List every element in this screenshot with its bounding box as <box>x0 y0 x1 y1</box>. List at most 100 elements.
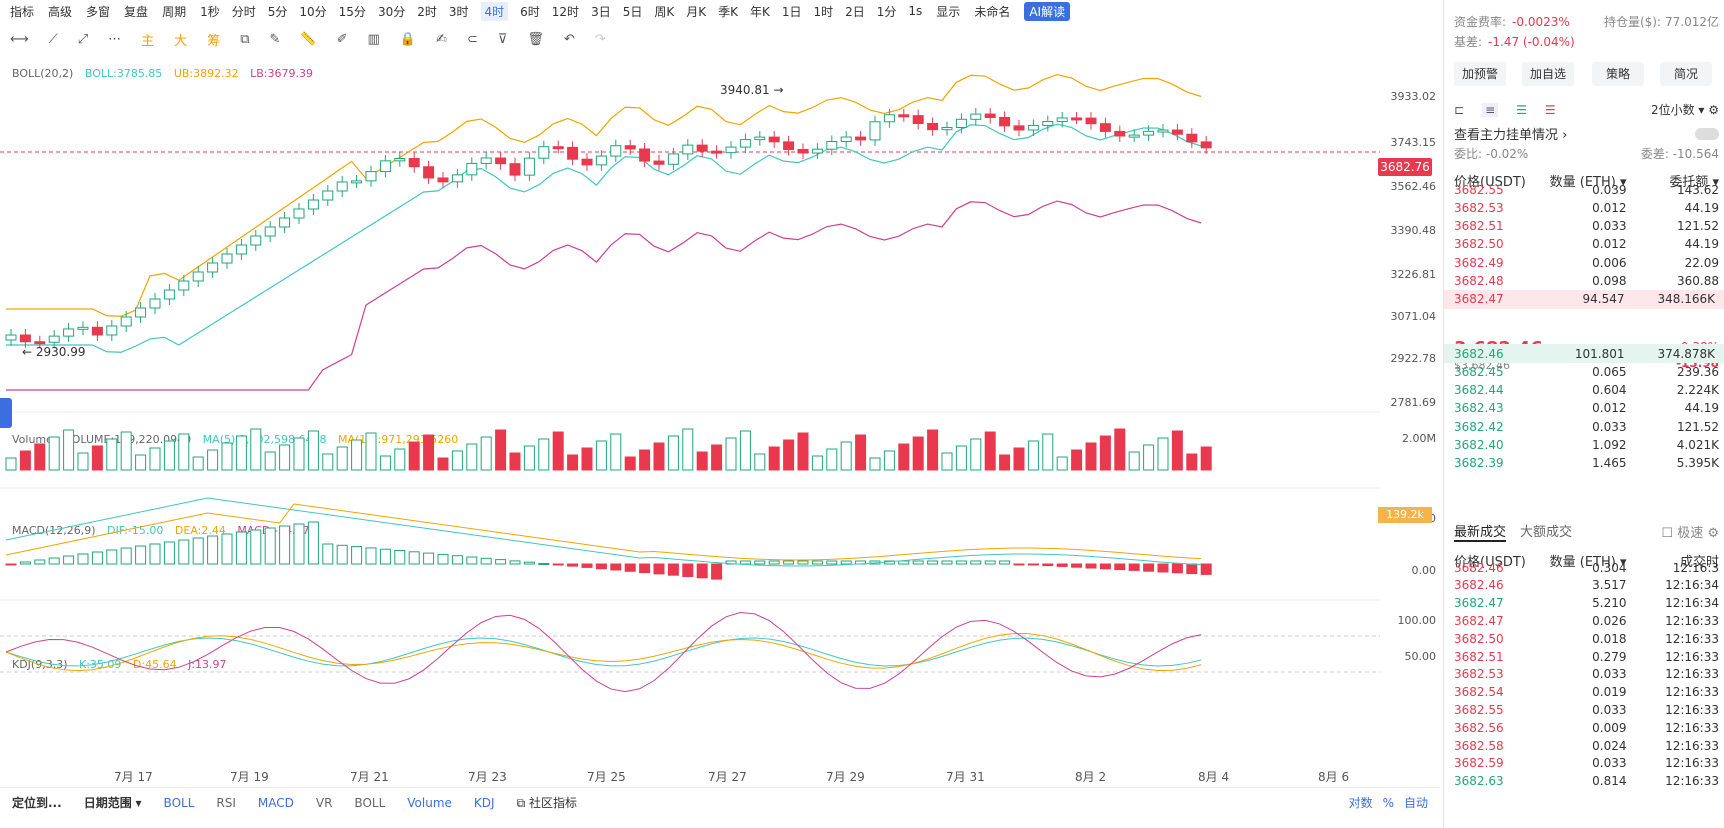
bids-row[interactable]: 3682.45 0.065 239.36 <box>1454 362 1719 381</box>
asks-row[interactable]: 3682.49 0.006 22.09 <box>1454 253 1719 272</box>
book-bids-icon[interactable]: ☰ <box>1516 103 1527 117</box>
undo-icon[interactable]: ↶ <box>564 32 575 47</box>
topbar-layout-button[interactable]: 高级 <box>48 3 72 20</box>
fast-checkbox[interactable]: ☐ <box>1661 526 1673 541</box>
big-order-button[interactable]: 大 <box>174 30 187 49</box>
macd-bar <box>754 560 766 565</box>
topbar-multi-window-button[interactable]: 多窗 <box>86 3 110 20</box>
tab-macd[interactable]: MACD <box>258 796 294 810</box>
trade-settings-icon[interactable]: ⚙ <box>1707 526 1719 541</box>
magnet-icon[interactable]: ⊂ <box>467 32 478 47</box>
candle <box>610 145 622 157</box>
settings-icon[interactable]: ⚙ <box>1708 103 1719 117</box>
copy-icon[interactable]: ⧉ <box>240 32 249 47</box>
timeframe-5[interactable]: 30分 <box>378 3 405 20</box>
price-axis-label: 2781.69 <box>1390 396 1437 409</box>
pen-icon[interactable]: ✐ <box>337 32 348 47</box>
log-scale-button[interactable]: 对数 <box>1349 794 1373 811</box>
more-icon[interactable]: ⋯ <box>108 32 121 47</box>
timeframe-14[interactable]: 月K <box>686 3 706 20</box>
bids-cell: 374.878K <box>1657 346 1716 361</box>
lock-icon[interactable]: 🔒 <box>400 32 416 47</box>
timeframe-10[interactable]: 12时 <box>552 3 579 20</box>
main-force-button[interactable]: 主 <box>141 30 154 49</box>
community-indicators-button[interactable]: ⧉ 社区指标 <box>517 794 577 811</box>
strategy-button[interactable]: 策略 <box>1592 62 1644 86</box>
horizontal-line-icon[interactable]: ⟷ <box>10 32 29 47</box>
book-asks-icon[interactable]: ☰ <box>1545 103 1556 117</box>
timeframe-16[interactable]: 年K <box>750 3 770 20</box>
timeframe-18[interactable]: 1时 <box>813 3 833 20</box>
timeframe-0[interactable]: 1秒 <box>200 3 220 20</box>
trash-icon[interactable]: 🗑 <box>527 32 544 47</box>
timeframe-12[interactable]: 5日 <box>623 3 643 20</box>
tab-kdj[interactable]: KDJ <box>474 796 495 810</box>
tab-volume[interactable]: Volume <box>407 796 452 810</box>
bids-row[interactable]: 3682.44 0.604 2.224K <box>1454 381 1719 400</box>
bids-row[interactable]: 3682.46 101.801 374.878K <box>1444 344 1724 363</box>
tab-rsi[interactable]: RSI <box>216 796 236 810</box>
timeframe-6[interactable]: 2时 <box>417 3 437 20</box>
tab-boll[interactable]: BOLL <box>164 796 195 810</box>
book-both-icon[interactable]: ⊏ <box>1454 103 1464 117</box>
timeframe-9[interactable]: 6时 <box>520 3 540 20</box>
brush-icon[interactable]: ✎ <box>270 32 281 47</box>
chip-button[interactable]: 筹 <box>207 30 220 49</box>
bids-row[interactable]: 3682.39 1.465 5.395K <box>1454 454 1719 473</box>
macd-bar <box>523 561 535 565</box>
tab-large-trades[interactable]: 大额成交 <box>1520 521 1572 542</box>
edit-icon[interactable]: ✍ <box>436 32 447 47</box>
timeframe-15[interactable]: 季K <box>718 3 738 20</box>
timeframe-13[interactable]: 周K <box>654 3 674 20</box>
tab-boll-2[interactable]: BOLL <box>354 796 385 810</box>
sidebar-toggle[interactable] <box>0 398 12 428</box>
asks-row[interactable]: 3682.50 0.012 44.19 <box>1454 235 1719 254</box>
redo-icon[interactable]: ↷ <box>595 32 606 47</box>
topbar-right-3[interactable]: AI解读 <box>1024 1 1071 21</box>
topbar-right-1[interactable]: 显示 <box>936 3 960 20</box>
main-orders-toggle[interactable] <box>1695 127 1719 140</box>
topbar-period-button[interactable]: 周期 <box>162 3 186 20</box>
date-range-button[interactable]: 日期范围 ▾ <box>84 794 142 811</box>
locate-button[interactable]: 定位到... <box>12 794 62 811</box>
decimals-select[interactable]: 2位小数 <box>1651 103 1695 117</box>
trade-cell: 12:16:33 <box>1665 649 1719 664</box>
timeframe-1[interactable]: 分时 <box>232 3 256 20</box>
asks-row[interactable]: 3682.47 94.547 348.166K <box>1444 289 1724 309</box>
timeframe-17[interactable]: 1日 <box>782 3 802 20</box>
ruler-icon[interactable]: 📏 <box>300 32 316 47</box>
bids-row[interactable]: 3682.40 1.092 4.021K <box>1454 436 1719 455</box>
timeframe-4[interactable]: 15分 <box>339 3 366 20</box>
timeframe-8[interactable]: 4时 <box>480 1 509 21</box>
topbar-right-0[interactable]: 1s <box>908 4 922 18</box>
tab-latest-trades[interactable]: 最新成交 <box>1454 521 1507 542</box>
bars-icon[interactable]: ▥ <box>368 32 380 47</box>
timeframe-11[interactable]: 3日 <box>591 3 611 20</box>
timeframe-2[interactable]: 5分 <box>268 3 288 20</box>
topbar-right-2[interactable]: 未命名 <box>974 3 1010 20</box>
main-orders-link[interactable]: 查看主力挂单情况 › <box>1454 124 1719 143</box>
overview-button[interactable]: 简况 <box>1660 62 1712 86</box>
asks-row[interactable]: 3682.51 0.033 121.52 <box>1454 217 1719 236</box>
asks-row[interactable]: 3682.48 0.098 360.88 <box>1454 272 1719 291</box>
kline-chart[interactable]: 3940.81 → ← 2930.99 <box>0 60 1380 768</box>
asks-row[interactable]: 3682.55 0.039 143.62 <box>1454 180 1719 199</box>
ray-line-icon[interactable]: ⤢ <box>78 32 88 47</box>
tab-vr[interactable]: VR <box>316 796 333 810</box>
filter-icon[interactable]: ⊽ <box>498 32 508 47</box>
add-alert-button[interactable]: 加预警 <box>1454 62 1506 86</box>
book-view-icon[interactable]: ≡ <box>1482 102 1499 117</box>
timeframe-20[interactable]: 1分 <box>877 3 897 20</box>
add-watchlist-button[interactable]: 加自选 <box>1522 62 1574 86</box>
timeframe-7[interactable]: 3时 <box>449 3 469 20</box>
auto-scale-button[interactable]: 自动 <box>1404 794 1428 811</box>
trend-line-icon[interactable]: ⟋ <box>49 32 58 47</box>
topbar-chart-button[interactable]: 指标 <box>10 3 34 20</box>
asks-row[interactable]: 3682.53 0.012 44.19 <box>1454 198 1719 217</box>
bids-row[interactable]: 3682.43 0.012 44.19 <box>1454 399 1719 418</box>
timeframe-3[interactable]: 10分 <box>299 3 326 20</box>
topbar-replay-button[interactable]: 复盘 <box>124 3 148 20</box>
timeframe-19[interactable]: 2日 <box>845 3 865 20</box>
bids-row[interactable]: 3682.42 0.033 121.52 <box>1454 417 1719 436</box>
percent-scale-button[interactable]: % <box>1383 796 1394 810</box>
